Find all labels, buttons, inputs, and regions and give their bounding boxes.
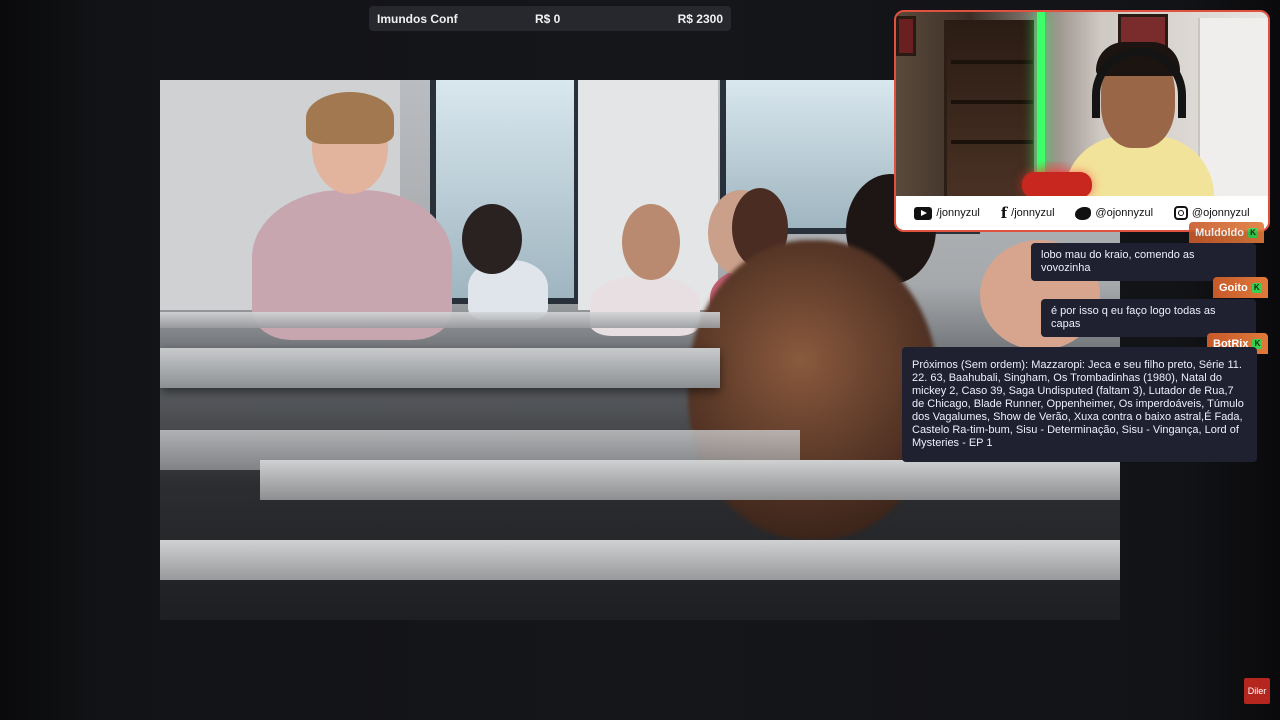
chat-username: Goito K	[1213, 277, 1268, 298]
social-twitter: @ojonnyzul	[1075, 206, 1154, 220]
youtube-icon	[914, 206, 933, 220]
social-facebook: f /jonnyzul	[1001, 204, 1055, 222]
seated-person-head	[462, 204, 522, 274]
chat-message: é por isso q eu faço logo todas as capas	[1041, 299, 1256, 337]
social-youtube: /jonnyzul	[914, 206, 980, 220]
seated-person-head	[622, 204, 680, 280]
social-handle: @ojonnyzul	[1191, 207, 1250, 219]
instagram-icon	[1173, 206, 1188, 220]
foreground-partition	[260, 460, 1120, 500]
microphone	[1022, 172, 1092, 198]
social-instagram: @ojonnyzul	[1173, 206, 1250, 220]
streamer-webcam: /jonnyzul f /jonnyzul @ojonnyzul @ojonny…	[894, 10, 1270, 232]
presenter-hair	[306, 92, 394, 144]
watermark-logo: Diler	[1244, 678, 1270, 704]
facebook-icon: f	[1000, 204, 1008, 222]
office-desk	[160, 348, 720, 388]
wall-poster	[896, 16, 916, 56]
social-handle: /jonnyzul	[936, 207, 980, 219]
foreground-partition	[160, 540, 1120, 580]
bookshelf	[944, 20, 1034, 200]
social-handle: @ojonnyzul	[1095, 207, 1154, 219]
chat-message: lobo mau do kraio, comendo as vovozinha	[1031, 243, 1256, 281]
chat-badge-icon: K	[1248, 227, 1258, 238]
social-handle: /jonnyzul	[1011, 207, 1055, 219]
goal-title: Imundos Conf	[377, 11, 458, 26]
twitter-icon	[1075, 206, 1092, 220]
chat-username: Muldoldo K	[1189, 222, 1264, 243]
goal-target-amount: R$ 2300	[677, 11, 723, 26]
chat-badge-icon: K	[1251, 282, 1262, 293]
chat-message-bot: Próximos (Sem ordem): Mazzaropi: Jeca e …	[902, 347, 1257, 462]
goal-current-amount: R$ 0	[535, 11, 561, 26]
donation-goal-bar: Imundos Conf R$ 0 R$ 2300	[369, 6, 731, 31]
desk-partition	[160, 312, 720, 328]
